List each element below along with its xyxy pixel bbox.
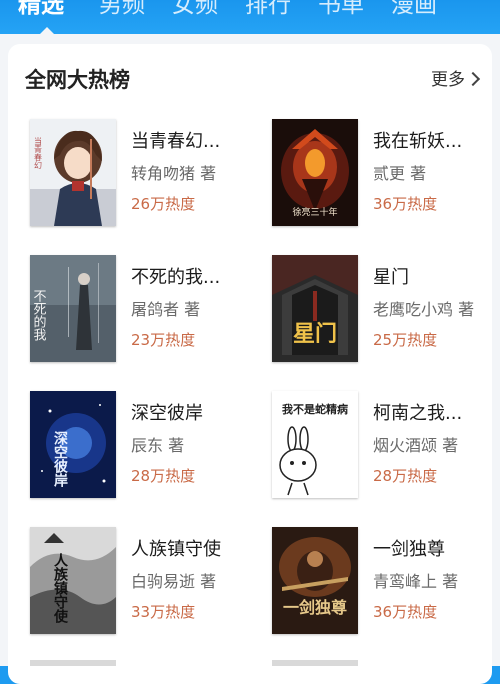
cover-title: 星门 bbox=[293, 321, 337, 347]
book-cover[interactable]: 深空彼岸 bbox=[30, 391, 116, 498]
book-title[interactable]: 当青春幻... bbox=[131, 129, 251, 155]
book-author: 烟火酒颂 著 bbox=[373, 436, 459, 455]
section-title: 全网大热榜 bbox=[25, 68, 130, 92]
cover-title: 一剑独尊 bbox=[283, 598, 347, 617]
book-title[interactable]: 柯南之我... bbox=[373, 401, 493, 427]
book-author: 青鸾峰上 著 bbox=[373, 572, 459, 591]
book-item[interactable]: 一剑独尊 一剑独尊 青鸾峰上 著 36万热度 bbox=[272, 527, 500, 637]
tab-female[interactable]: 女频 bbox=[172, 0, 218, 22]
book-author: 转角吻猪 著 bbox=[131, 164, 217, 183]
active-tab-indicator bbox=[40, 27, 54, 34]
cover-title: 我不是蛇精病 bbox=[282, 402, 348, 416]
book-item[interactable]: 星门 星门 老鹰吃小鸡 著 25万热度 bbox=[272, 255, 500, 365]
book-title[interactable]: 一剑独尊 bbox=[373, 537, 493, 563]
book-author: 贰更 著 bbox=[373, 164, 427, 183]
cover-title: 当青春幻 bbox=[34, 136, 43, 170]
book-item[interactable]: 不死的我 不死的我... 屠鸽者 著 23万热度 bbox=[30, 255, 258, 365]
book-heat: 25万热度 bbox=[373, 331, 438, 349]
top-tab-bar: 精选 男频 女频 排行 书单 漫画 bbox=[0, 0, 500, 34]
book-author: 老鹰吃小鸡 著 bbox=[373, 300, 475, 319]
book-cover[interactable]: 人族镇守使 bbox=[30, 527, 116, 634]
book-cover-partial[interactable] bbox=[272, 660, 358, 666]
cover-title: 徐亮三十年 bbox=[292, 206, 337, 218]
cover-title: 深空彼岸 bbox=[52, 430, 68, 488]
tab-comics[interactable]: 漫画 bbox=[391, 0, 437, 22]
book-cover[interactable]: 徐亮三十年 bbox=[272, 119, 358, 226]
book-author: 辰东 著 bbox=[131, 436, 185, 455]
book-title[interactable]: 我在斩妖... bbox=[373, 129, 493, 155]
tab-booklist[interactable]: 书单 bbox=[318, 0, 364, 22]
book-cover[interactable]: 我不是蛇精病 bbox=[272, 391, 358, 498]
book-item[interactable]: 我不是蛇精病 柯南之我... 烟火酒颂 著 28万热度 bbox=[272, 391, 500, 501]
book-item[interactable]: 徐亮三十年 我在斩妖... 贰更 著 36万热度 bbox=[272, 119, 500, 229]
book-cover[interactable]: 一剑独尊 bbox=[272, 527, 358, 634]
more-link[interactable]: 更多 bbox=[431, 68, 465, 92]
tab-featured[interactable]: 精选 bbox=[18, 0, 64, 22]
cover-title: 人族镇守使 bbox=[52, 552, 69, 624]
book-cover-partial[interactable] bbox=[30, 660, 116, 666]
book-title[interactable]: 深空彼岸 bbox=[131, 401, 251, 427]
book-cover[interactable]: 当青春幻 bbox=[30, 119, 116, 226]
book-heat: 36万热度 bbox=[373, 195, 438, 213]
cover-title: 不死的我 bbox=[31, 289, 47, 341]
book-cover[interactable]: 星门 bbox=[272, 255, 358, 362]
book-title[interactable]: 星门 bbox=[373, 265, 493, 291]
book-heat: 23万热度 bbox=[131, 331, 196, 349]
book-heat: 28万热度 bbox=[131, 467, 196, 485]
book-heat: 26万热度 bbox=[131, 195, 196, 213]
book-cover[interactable]: 不死的我 bbox=[30, 255, 116, 362]
book-item[interactable]: 当青春幻 当青春幻... 转角吻猪 著 26万热度 bbox=[30, 119, 258, 229]
book-item[interactable]: 深空彼岸 深空彼岸 辰东 著 28万热度 bbox=[30, 391, 258, 501]
book-title[interactable]: 不死的我... bbox=[131, 265, 251, 291]
book-author: 屠鸽者 著 bbox=[131, 300, 201, 319]
book-heat: 28万热度 bbox=[373, 467, 438, 485]
tab-ranking[interactable]: 排行 bbox=[245, 0, 291, 22]
tab-male[interactable]: 男频 bbox=[99, 0, 145, 22]
book-item[interactable]: 人族镇守使 人族镇守使 白驹易逝 著 33万热度 bbox=[30, 527, 258, 637]
book-heat: 36万热度 bbox=[373, 603, 438, 621]
book-title[interactable]: 人族镇守使 bbox=[131, 537, 251, 563]
book-heat: 33万热度 bbox=[131, 603, 196, 621]
book-author: 白驹易逝 著 bbox=[131, 572, 217, 591]
